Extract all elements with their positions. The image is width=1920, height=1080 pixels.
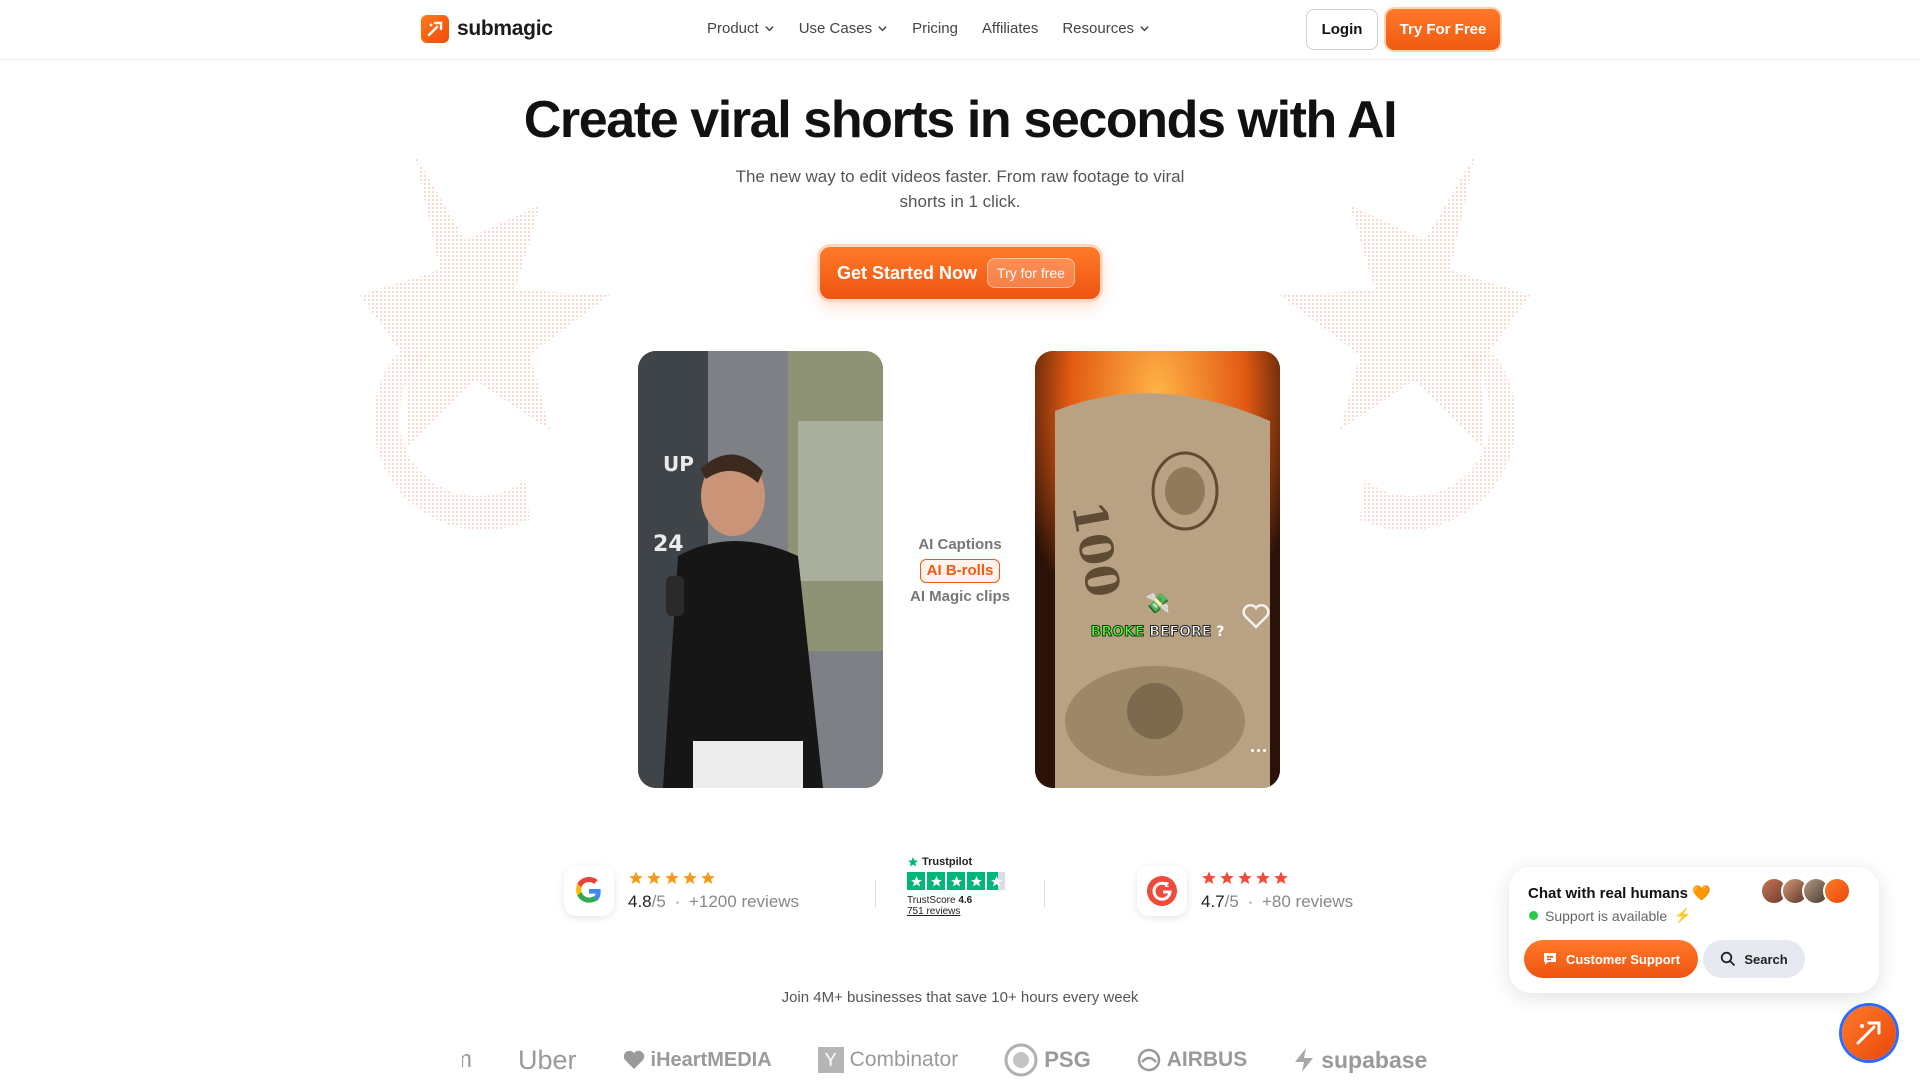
trustpilot-star-icon <box>967 872 985 890</box>
svg-text:2: 2 <box>1165 881 1170 889</box>
nav-item-product[interactable]: Product <box>707 20 775 37</box>
trustscore-label: TrustScore <box>907 895 956 906</box>
g2-score: 4.7/5 · +80 reviews <box>1201 892 1354 911</box>
trustpilot-brand: Trustpilot <box>922 856 973 868</box>
main-menu: Product Use Cases Pricing Affiliates Res… <box>707 20 1174 37</box>
star-icon <box>1202 871 1216 884</box>
airbus-icon <box>1137 1048 1160 1072</box>
lightning-emoji-icon: ⚡ <box>1674 907 1692 923</box>
heart-icon <box>1242 603 1270 634</box>
feature-ai-captions[interactable]: AI Captions <box>890 532 1030 558</box>
google-logo-icon <box>564 866 614 916</box>
google-reviews[interactable]: 4.8/5 · +1200 reviews <box>564 866 799 916</box>
cta-label: Get Started Now <box>837 262 978 283</box>
google-star-rating <box>628 870 799 886</box>
support-status: Support is available ⚡ <box>1529 907 1692 924</box>
online-status-icon <box>1529 911 1538 920</box>
chat-widget: Chat with real humans 🧡 Support is avail… <box>1509 867 1879 993</box>
trustpilot-star-icon <box>987 872 1005 890</box>
logo-airbus: AIRBUS <box>1137 1048 1247 1072</box>
hero-subtitle: The new way to edit videos faster. From … <box>735 167 1185 211</box>
logo-ycombinator: Y Combinator <box>817 1047 958 1073</box>
nav-item-use-cases[interactable]: Use Cases <box>799 20 888 37</box>
logo-mark-icon <box>421 15 449 43</box>
chevron-down-icon <box>1140 26 1149 32</box>
login-button[interactable]: Login <box>1306 9 1378 50</box>
heart-emoji-icon: 🧡 <box>1692 885 1711 902</box>
chevron-down-icon <box>878 26 887 32</box>
trustpilot-star-icon <box>907 872 925 890</box>
top-navbar: submagic Product Use Cases Pricing Affil… <box>0 0 1920 60</box>
customer-support-button[interactable]: Customer Support <box>1524 940 1698 978</box>
star-icon <box>683 871 697 884</box>
search-icon <box>1721 951 1736 967</box>
chevron-down-icon <box>765 26 774 32</box>
psg-crest-icon <box>1004 1043 1038 1077</box>
star-icon <box>665 871 679 884</box>
raw-footage-image: UP 24 <box>638 351 883 788</box>
nav-item-affiliates[interactable]: Affiliates <box>982 20 1038 37</box>
hero-title: Create viral shorts in seconds with AI <box>523 91 1398 149</box>
divider <box>875 880 876 908</box>
trustpilot-widget[interactable]: Trustpilot TrustScore 4.6 751 reviews <box>907 856 1005 917</box>
chat-bubble-icon <box>1543 953 1556 965</box>
google-review-count: +1200 reviews <box>688 892 800 911</box>
g2-reviews[interactable]: 2 4.7/5 · +80 reviews <box>1137 866 1353 916</box>
logo-uber: Uber <box>518 1044 577 1075</box>
try-for-free-button[interactable]: Try For Free <box>1386 9 1500 50</box>
more-options-icon[interactable] <box>1251 749 1266 752</box>
star-icon <box>647 871 661 884</box>
g2-review-count: +80 reviews <box>1261 892 1354 911</box>
g2-logo-icon: 2 <box>1137 866 1187 916</box>
decorative-star-right <box>1280 155 1530 530</box>
avatar <box>1823 877 1851 905</box>
brand-name: submagic <box>457 17 553 40</box>
trustpilot-stars <box>907 872 1005 890</box>
nav-item-pricing[interactable]: Pricing <box>912 20 958 37</box>
customer-logos: m Uber iHeartMEDIA Y Combinator PSG AIRB… <box>462 1040 1458 1080</box>
decorative-star-left <box>360 155 610 530</box>
google-score: 4.8/5 · +1200 reviews <box>628 892 800 911</box>
star-icon <box>1256 871 1270 884</box>
g2-star-rating <box>1201 870 1353 886</box>
get-started-button[interactable]: Get Started Now Try for free <box>820 247 1100 299</box>
search-button[interactable]: Search <box>1703 940 1805 978</box>
submagic-launcher-icon <box>1856 1021 1881 1045</box>
try-for-free-pill: Try for free <box>987 258 1075 288</box>
nav-item-resources[interactable]: Resources <box>1062 20 1150 37</box>
chat-title: Chat with real humans 🧡 <box>1528 885 1711 902</box>
ycombinator-y-icon: Y <box>817 1047 844 1073</box>
broll-money-image: 100 <box>1035 351 1280 788</box>
iheart-icon <box>623 1050 644 1069</box>
feature-ai-magic-clips[interactable]: AI Magic clips <box>890 584 1030 610</box>
star-icon <box>1274 871 1288 884</box>
support-avatars <box>1760 877 1851 905</box>
feature-switcher: AI Captions AI B-rolls AI Magic clips <box>890 532 1030 610</box>
trustpilot-star-icon <box>947 872 965 890</box>
after-video-preview[interactable]: 100 💸 BROKE BEFORE ? <box>1035 351 1280 788</box>
caption-word: BEFORE <box>1149 624 1212 641</box>
star-icon <box>629 871 643 884</box>
trustpilot-star-icon <box>908 857 918 867</box>
star-icon <box>701 871 715 884</box>
svg-text:24: 24 <box>653 532 684 557</box>
caption-highlight-word: BROKE <box>1090 624 1145 641</box>
logo-psg: PSG <box>1004 1043 1091 1077</box>
trustpilot-reviews-link[interactable]: 751 reviews <box>907 906 1005 917</box>
feature-ai-brolls[interactable]: AI B-rolls <box>919 559 1001 583</box>
logo-supabase: supabase <box>1293 1047 1427 1074</box>
chat-launcher-button[interactable] <box>1842 1006 1896 1060</box>
supabase-bolt-icon <box>1295 1048 1314 1072</box>
brand-logo[interactable]: submagic <box>421 15 553 43</box>
caption-punct: ? <box>1216 624 1225 640</box>
star-icon <box>1238 871 1252 884</box>
before-video-preview[interactable]: UP 24 <box>638 351 883 788</box>
logo-partial: m <box>462 1046 472 1074</box>
logo-iheartmedia: iHeartMEDIA <box>623 1049 772 1072</box>
svg-text:UP: UP <box>663 452 694 476</box>
divider <box>1044 880 1045 908</box>
trustscore-value: 4.6 <box>958 895 973 906</box>
star-icon <box>1220 871 1234 884</box>
trustpilot-star-icon <box>927 872 945 890</box>
